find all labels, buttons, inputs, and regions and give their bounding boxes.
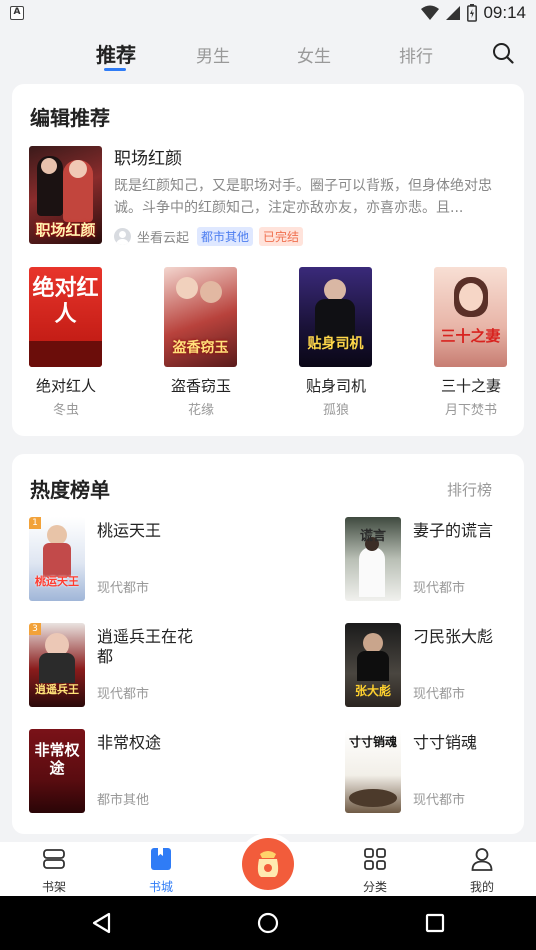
cover-text: 逍遥兵王 <box>35 683 79 696</box>
book-title[interactable]: 绝对红人 <box>29 375 103 396</box>
section-title-editor-pick: 编辑推荐 <box>30 106 110 130</box>
bookstore-icon <box>151 848 171 870</box>
book-title[interactable]: 非常权途 <box>97 733 207 753</box>
tab-male[interactable]: 男生 <box>196 42 230 67</box>
book-author: 冬虫 <box>52 403 79 418</box>
book-title[interactable]: 刁民张大彪 <box>413 627 523 647</box>
grid-book-1[interactable]: 绝对红人 绝对红人 冬虫 <box>29 267 103 418</box>
cover-text: 绝对红人 <box>32 275 99 327</box>
book-title[interactable]: 三十之妻 <box>434 375 508 396</box>
book-category: 都市其他 <box>97 793 150 808</box>
nav-category[interactable]: 分类 <box>345 847 405 895</box>
hot-list-item[interactable]: 张大彪 刁民张大彪 现代都市 <box>345 623 536 707</box>
cover-text: 寸寸销魂 <box>348 735 397 749</box>
clock: 09:14 <box>483 3 526 22</box>
center-gift-button[interactable] <box>242 838 294 890</box>
tab-female[interactable]: 女生 <box>297 42 331 67</box>
hot-list-item[interactable]: 谎言 妻子的谎言 现代都市 <box>345 517 536 601</box>
nav-label: 书城 <box>148 880 173 894</box>
book-cover[interactable]: 逍遥兵王 3 <box>29 623 85 707</box>
featured-cover-text: 职场红颜 <box>35 221 96 239</box>
book-category: 现代都市 <box>413 581 466 596</box>
book-cover[interactable]: 谎言 <box>345 517 401 601</box>
wifi-icon <box>421 5 440 20</box>
recents-icon[interactable] <box>425 913 445 933</box>
status-tag: 已完结 <box>259 227 304 246</box>
top-tab-bar: 推荐 男生 女生 排行 <box>0 26 536 80</box>
cover-text: 三十之妻 <box>440 327 501 345</box>
book-cover[interactable]: 贴身司机 <box>299 267 372 367</box>
genre-tag: 都市其他 <box>197 227 254 246</box>
rank-badge: 1 <box>29 517 41 529</box>
back-icon[interactable] <box>91 912 113 934</box>
status-bar: A 09:14 <box>0 0 536 26</box>
tab-recommend[interactable]: 推荐 <box>96 39 136 68</box>
hot-list-card: 热度榜单 排行榜 桃运天王 1 桃运天王 现代都市 谎言 妻子的谎言 现代都市 <box>12 454 524 834</box>
system-nav-bar <box>0 896 536 950</box>
featured-book-description: 既是红颜知己，又是职场对手。圈子可以背叛，但身体绝对忠诚。斗争中的红颜知己，注定… <box>114 178 492 216</box>
cover-text: 谎言 <box>359 529 386 544</box>
section-title-hot-list: 热度榜单 <box>30 478 110 502</box>
grid-book-2[interactable]: 盗香窃玉 盗香窃玉 花缘 <box>164 267 238 418</box>
gift-bag-icon <box>257 851 279 877</box>
hot-list-item[interactable]: 逍遥兵王 3 逍遥兵王在花都 现代都市 <box>29 623 259 707</box>
bookshelf-icon <box>43 849 65 869</box>
rank-badge: 3 <box>29 623 41 635</box>
book-cover[interactable]: 绝对红人 <box>29 267 102 367</box>
app-notification-icon: A <box>10 6 24 20</box>
book-author: 孤狼 <box>322 403 349 418</box>
book-title[interactable]: 盗香窃玉 <box>164 375 238 396</box>
home-icon[interactable] <box>257 912 279 934</box>
book-cover[interactable]: 桃运天王 1 <box>29 517 85 601</box>
book-author: 月下焚书 <box>444 403 497 418</box>
cover-text: 张大彪 <box>354 684 391 698</box>
cover-text: 非常权途 <box>34 741 80 777</box>
category-grid-icon <box>364 848 386 870</box>
nav-bookstore[interactable]: 书城 <box>131 847 191 895</box>
editor-pick-card: 编辑推荐 职场红颜 职场红颜 既是红颜知己，又是职场对手。圈子可以背叛，但身体绝… <box>12 84 524 436</box>
book-category: 现代都市 <box>97 581 150 596</box>
hot-list-item[interactable]: 寸寸销魂 寸寸销魂 现代都市 <box>345 729 536 813</box>
cover-text: 盗香窃玉 <box>172 340 229 356</box>
nav-profile[interactable]: 我的 <box>452 847 512 895</box>
featured-book-meta: 坐看云起 都市其他 已完结 <box>114 227 304 246</box>
book-title[interactable]: 桃运天王 <box>97 521 207 541</box>
book-cover[interactable]: 张大彪 <box>345 623 401 707</box>
featured-book-author: 坐看云起 <box>137 231 190 246</box>
book-title[interactable]: 贴身司机 <box>299 375 373 396</box>
nav-bookshelf[interactable]: 书架 <box>24 847 84 895</box>
book-cover[interactable]: 盗香窃玉 <box>164 267 237 367</box>
ranking-list-link[interactable]: 排行榜 <box>447 479 492 500</box>
book-cover[interactable]: 寸寸销魂 <box>345 729 401 813</box>
featured-book-title[interactable]: 职场红颜 <box>114 144 182 169</box>
book-cover[interactable]: 非常权途 <box>29 729 85 813</box>
profile-icon <box>471 848 493 871</box>
book-title[interactable]: 寸寸销魂 <box>413 733 523 753</box>
nav-label: 我的 <box>469 880 494 894</box>
book-title[interactable]: 逍遥兵王在花都 <box>97 627 207 667</box>
tab-ranking[interactable]: 排行 <box>399 42 433 67</box>
search-icon[interactable] <box>492 42 514 64</box>
book-title[interactable]: 妻子的谎言 <box>413 521 523 541</box>
grid-book-3[interactable]: 贴身司机 贴身司机 孤狼 <box>299 267 373 418</box>
nav-label: 分类 <box>362 880 387 894</box>
book-category: 现代都市 <box>97 687 150 702</box>
cover-text: 贴身司机 <box>307 336 364 352</box>
cover-text: 桃运天王 <box>35 575 79 588</box>
battery-icon <box>467 4 478 22</box>
book-cover[interactable]: 三十之妻 <box>434 267 507 367</box>
signal-icon <box>446 6 461 20</box>
author-avatar-icon <box>114 228 131 245</box>
grid-book-4[interactable]: 三十之妻 三十之妻 月下焚书 <box>434 267 508 418</box>
featured-book-cover[interactable]: 职场红颜 <box>29 146 102 244</box>
book-category: 现代都市 <box>413 687 466 702</box>
active-tab-indicator <box>104 68 126 71</box>
hot-list-item[interactable]: 桃运天王 1 桃运天王 现代都市 <box>29 517 259 601</box>
book-category: 现代都市 <box>413 793 466 808</box>
hot-list-item[interactable]: 非常权途 非常权途 都市其他 <box>29 729 259 813</box>
nav-label: 书架 <box>41 880 66 894</box>
book-author: 花缘 <box>187 403 214 418</box>
